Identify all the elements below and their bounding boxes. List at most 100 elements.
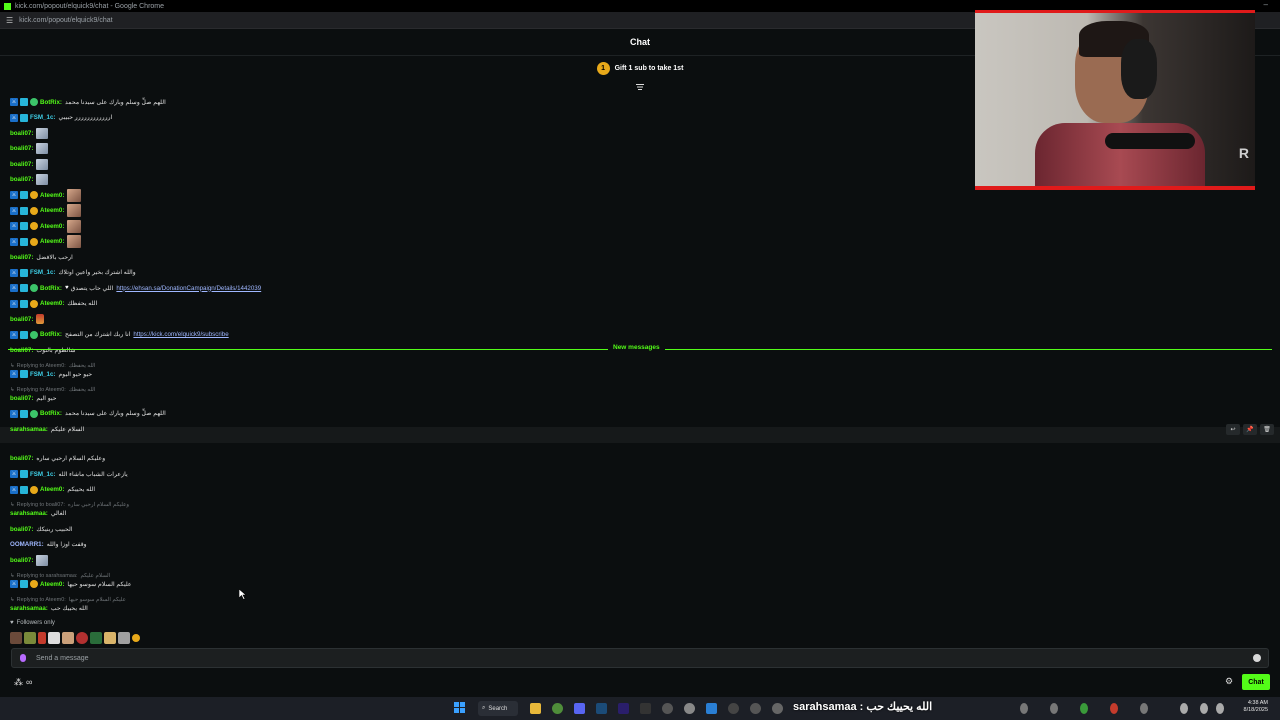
subscriber-badge-icon[interactable] bbox=[20, 485, 28, 494]
emote-image[interactable] bbox=[67, 235, 82, 248]
moderator-badge-icon[interactable]: ⚔ bbox=[10, 237, 18, 246]
bot-badge-icon[interactable] bbox=[30, 284, 38, 292]
chat-message[interactable]: boali07: حيو اليم bbox=[10, 392, 57, 404]
collapse-icon[interactable] bbox=[635, 83, 645, 91]
chat-username[interactable]: Ateem0: bbox=[40, 486, 64, 493]
chat-username[interactable]: boali07: bbox=[10, 145, 33, 152]
emote-2[interactable] bbox=[24, 632, 36, 644]
chat-message[interactable]: boali07: bbox=[10, 313, 45, 325]
chat-username[interactable]: boali07: bbox=[10, 130, 33, 137]
chat-username[interactable]: boali07: bbox=[10, 254, 33, 261]
subscriber-badge-icon[interactable] bbox=[20, 222, 28, 230]
message-input[interactable]: Send a message bbox=[11, 648, 1269, 668]
subscriber-badge-icon[interactable] bbox=[20, 370, 28, 378]
gifter-badge-icon[interactable] bbox=[30, 206, 38, 215]
chat-message[interactable]: boali07: bbox=[10, 143, 49, 155]
site-info-icon[interactable]: ☰ bbox=[6, 16, 13, 25]
chat-username[interactable]: BotRix: bbox=[40, 410, 62, 417]
subscriber-badge-icon[interactable] bbox=[20, 206, 28, 215]
tray-icon[interactable] bbox=[1020, 703, 1028, 714]
file-explorer-icon[interactable] bbox=[530, 703, 541, 714]
moderator-badge-icon[interactable]: ⚔ bbox=[10, 299, 18, 308]
minimize-icon[interactable]: – bbox=[1264, 0, 1268, 9]
chat-username[interactable]: sarahsamaa: bbox=[10, 510, 48, 517]
emoji-icon[interactable] bbox=[1253, 654, 1261, 662]
bot-badge-icon[interactable] bbox=[30, 330, 38, 339]
subscriber-badge-icon[interactable] bbox=[20, 284, 28, 292]
subscriber-badge-icon[interactable] bbox=[20, 330, 28, 339]
emote-1[interactable] bbox=[10, 632, 22, 644]
chat-message[interactable]: boali07: bbox=[10, 127, 49, 139]
emote-image[interactable] bbox=[36, 127, 49, 139]
gear-icon[interactable]: ⚙ bbox=[1225, 676, 1233, 687]
chat-message[interactable]: ⚔ Ateem0: bbox=[10, 219, 82, 233]
new-messages-label[interactable]: New messages bbox=[608, 344, 665, 351]
volume-icon[interactable] bbox=[1180, 703, 1188, 714]
moderator-badge-icon[interactable]: ⚔ bbox=[10, 222, 18, 230]
bot-badge-icon[interactable] bbox=[30, 98, 38, 106]
emote-5[interactable] bbox=[62, 632, 74, 644]
chat-username[interactable]: BotRix: bbox=[40, 285, 62, 292]
chat-message[interactable]: boali07: bbox=[10, 158, 49, 170]
moderator-badge-icon[interactable]: ⚔ bbox=[10, 370, 18, 378]
browser-icon[interactable] bbox=[684, 703, 695, 714]
gifter-badge-icon[interactable] bbox=[30, 191, 38, 199]
chat-message[interactable]: boali07: شالطوم بالتوت bbox=[10, 344, 76, 356]
emote-image[interactable] bbox=[67, 188, 82, 202]
network-icon[interactable] bbox=[1200, 703, 1208, 714]
emote-6[interactable] bbox=[76, 632, 88, 644]
app-icon[interactable] bbox=[728, 703, 739, 714]
bot-badge-icon[interactable] bbox=[30, 409, 38, 418]
subscriber-badge-icon[interactable] bbox=[20, 98, 28, 106]
emote-image[interactable] bbox=[36, 314, 45, 324]
chat-username[interactable]: boali07: bbox=[10, 557, 33, 564]
taskbar-clock[interactable]: 4:38 AM 8/18/2025 bbox=[1244, 700, 1268, 714]
obs-icon[interactable] bbox=[662, 703, 673, 714]
moderator-badge-icon[interactable]: ⚔ bbox=[10, 206, 18, 215]
emote-image[interactable] bbox=[36, 554, 49, 566]
chat-username[interactable]: boali07: bbox=[10, 176, 33, 183]
chat-message[interactable]: ⚔ Ateem0: الله يحفظك bbox=[10, 298, 97, 310]
chat-username[interactable]: Ateem0: bbox=[40, 581, 64, 588]
discord-icon[interactable] bbox=[574, 703, 585, 714]
chat-username[interactable]: boali07: bbox=[10, 455, 33, 462]
chat-message[interactable]: ⚔ BotRix: اللهم صلِّ وسلم وبارك على سيدنا … bbox=[10, 96, 166, 108]
steam-icon[interactable] bbox=[596, 703, 607, 714]
moderator-badge-icon[interactable]: ⚔ bbox=[10, 113, 18, 122]
chat-username[interactable]: Ateem0: bbox=[40, 238, 64, 245]
chat-username[interactable]: Ateem0: bbox=[40, 192, 64, 199]
gifter-badge-icon[interactable] bbox=[30, 485, 38, 494]
moderator-badge-icon[interactable]: ⚔ bbox=[10, 470, 18, 478]
emote-image[interactable] bbox=[67, 204, 82, 217]
emote-image[interactable] bbox=[36, 158, 49, 170]
tray-icon[interactable] bbox=[1140, 703, 1148, 714]
chat-message[interactable]: ⚔ FSM_1c: يازعرات الشباب ماشاء الله bbox=[10, 468, 128, 480]
gifter-badge-icon[interactable] bbox=[30, 222, 38, 230]
subscriber-badge-icon[interactable] bbox=[20, 268, 28, 277]
chrome-icon[interactable] bbox=[552, 703, 563, 714]
chat-message[interactable]: ⚔ BotRix: ♥ اللي حاب يتصدق https://ehsan.sa/… bbox=[10, 282, 261, 294]
emote-4[interactable] bbox=[48, 632, 60, 644]
moderator-badge-icon[interactable]: ⚔ bbox=[10, 485, 18, 494]
emote-9[interactable] bbox=[118, 632, 130, 644]
gifter-badge-icon[interactable] bbox=[30, 580, 38, 588]
chat-message[interactable]: ⚔ FSM_1c: حيو حيو اليوم bbox=[10, 368, 92, 380]
badges-icon[interactable]: ⁂ bbox=[14, 677, 23, 688]
emote-10[interactable] bbox=[132, 634, 140, 642]
terminal-icon[interactable] bbox=[640, 703, 651, 714]
emote-image[interactable] bbox=[36, 143, 49, 154]
emote-3[interactable] bbox=[38, 632, 46, 644]
chat-message[interactable]: ⚔ Ateem0: عليكم السلام سوسو حيها bbox=[10, 578, 132, 590]
chat-username[interactable]: BotRix: bbox=[40, 99, 62, 106]
chat-message[interactable]: ⚔ FSM_1c: والله اشترك بخير واعين اوتلاك bbox=[10, 267, 136, 279]
infinity-icon[interactable]: ∞ bbox=[26, 677, 32, 688]
subscriber-badge-icon[interactable] bbox=[20, 580, 28, 588]
chat-send-button[interactable]: Chat bbox=[1242, 674, 1270, 690]
chat-username[interactable]: boali07: bbox=[10, 161, 33, 168]
taskbar-search[interactable]: ⌕ Search bbox=[478, 701, 518, 716]
chat-username[interactable]: Ateem0: bbox=[40, 223, 64, 230]
chat-message[interactable]: sarahsamaa: السلام عليكم bbox=[10, 423, 84, 435]
chat-username[interactable]: Ateem0: bbox=[40, 300, 64, 307]
chat-username[interactable]: boali07: bbox=[10, 395, 33, 402]
chat-message[interactable]: ⚔ Ateem0: bbox=[10, 188, 82, 202]
